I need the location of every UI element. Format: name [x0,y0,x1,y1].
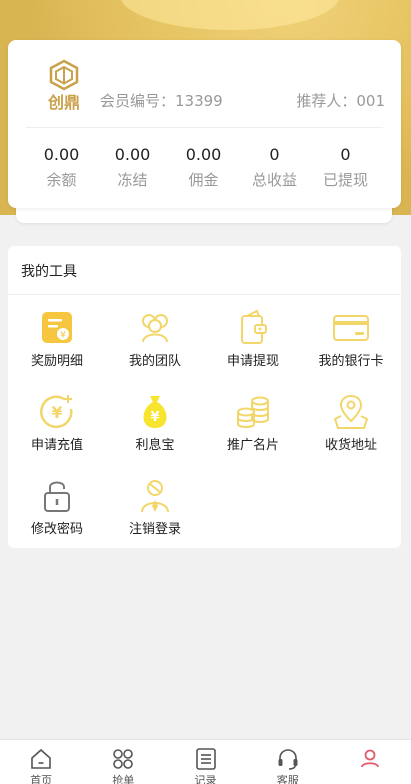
member-id: 会员编号：13399 [100,92,223,110]
tool-label: 奖励明细 [30,354,83,369]
tab-profile[interactable] [329,740,411,784]
tab-customer-service[interactable]: 客服 [247,740,329,784]
stat-balance[interactable]: 0.00 余额 [26,145,97,190]
home-icon [31,748,51,769]
tools-title: 我的工具 [21,264,77,280]
tool-label: 收货地址 [324,438,377,453]
tool-logout[interactable]: 注销登录 [106,476,204,537]
tool-label: 修改密码 [30,522,83,537]
tool-label: 申请提现 [226,354,279,369]
recharge-yen-icon: ¥ [40,395,73,429]
stat-frozen[interactable]: 0.00 冻结 [97,145,168,190]
tab-label: 首页 [30,774,53,784]
svg-text:¥: ¥ [60,331,66,341]
stat-label: 佣金 [188,171,219,189]
tool-change-password[interactable]: 修改密码 [8,476,106,537]
svg-text:¥: ¥ [51,403,62,422]
stat-value: 0.00 [43,145,80,164]
tool-label: 注销登录 [128,522,181,537]
padlock-icon [44,481,70,512]
tool-shipping-address[interactable]: 收货地址 [302,392,400,453]
tab-home[interactable]: 首页 [0,740,82,784]
tool-label: 我的团队 [128,354,181,369]
stat-value: 0.00 [185,145,222,164]
tab-records[interactable]: 记录 [164,740,246,784]
stat-value: 0.00 [114,145,151,164]
tab-label: 抢单 [112,774,135,784]
stat-label: 余额 [46,171,77,189]
map-pin-icon [333,394,369,429]
tool-label: 我的银行卡 [318,354,384,369]
divider [26,127,383,128]
brand-logo: 创鼎 [47,59,80,112]
tool-reward-detail[interactable]: ¥ 奖励明细 [8,308,106,369]
tool-promo-card[interactable]: 推广名片 [204,392,302,453]
svg-text:¥: ¥ [150,410,159,425]
tool-bank-card[interactable]: 我的银行卡 [302,308,400,369]
stat-label: 冻结 [117,171,148,189]
tool-my-team[interactable]: 我的团队 [106,308,204,369]
bottom-tab-bar: 首页 抢单 记录 客服 [0,739,411,784]
grab-order-icon [113,749,134,769]
bank-card-icon [333,315,369,341]
reward-detail-icon: ¥ [42,312,72,343]
tool-interest-treasure[interactable]: ¥ 利息宝 [106,392,204,453]
tool-label: 利息宝 [135,438,175,453]
svg-text:创鼎: 创鼎 [47,93,80,112]
money-bag-icon: ¥ [143,396,167,428]
tab-label: 客服 [276,774,299,784]
records-icon [195,748,216,770]
profile-card: 创鼎 会员编号：13399 推荐人：001 0.00 余额 0.00 冻结 0.… [8,40,401,208]
withdraw-wallet-icon [241,309,267,344]
stats-row: 0.00 余额 0.00 冻结 0.00 佣金 0 总收益 0 已提现 [8,145,401,190]
stat-value: 0 [340,145,351,164]
headset-icon [278,749,298,770]
tool-label: 推广名片 [226,438,279,453]
tool-withdraw[interactable]: 申请提现 [204,308,302,369]
logout-user-icon [141,480,169,513]
coins-stack-icon [237,396,269,428]
user-icon [361,749,379,768]
divider [8,294,401,295]
tab-grab-order[interactable]: 抢单 [82,740,164,784]
team-icon [142,314,168,343]
stat-commission[interactable]: 0.00 佣金 [168,145,239,190]
stat-value: 0 [269,145,280,164]
stat-label: 已提现 [322,171,368,189]
referrer: 推荐人：001 [296,92,385,110]
stat-label: 总收益 [251,171,297,189]
stat-total-income[interactable]: 0 总收益 [239,145,310,190]
stat-withdrawn[interactable]: 0 已提现 [310,145,381,190]
tool-label: 申请充值 [30,438,83,453]
tool-recharge[interactable]: ¥ 申请充值 [8,392,106,453]
tab-label: 记录 [194,774,217,784]
tools-card: 我的工具 ¥ 奖励明细 我的团队 申请提现 我的银行卡 ¥ 申请充值 ¥ 利息宝… [8,246,401,548]
